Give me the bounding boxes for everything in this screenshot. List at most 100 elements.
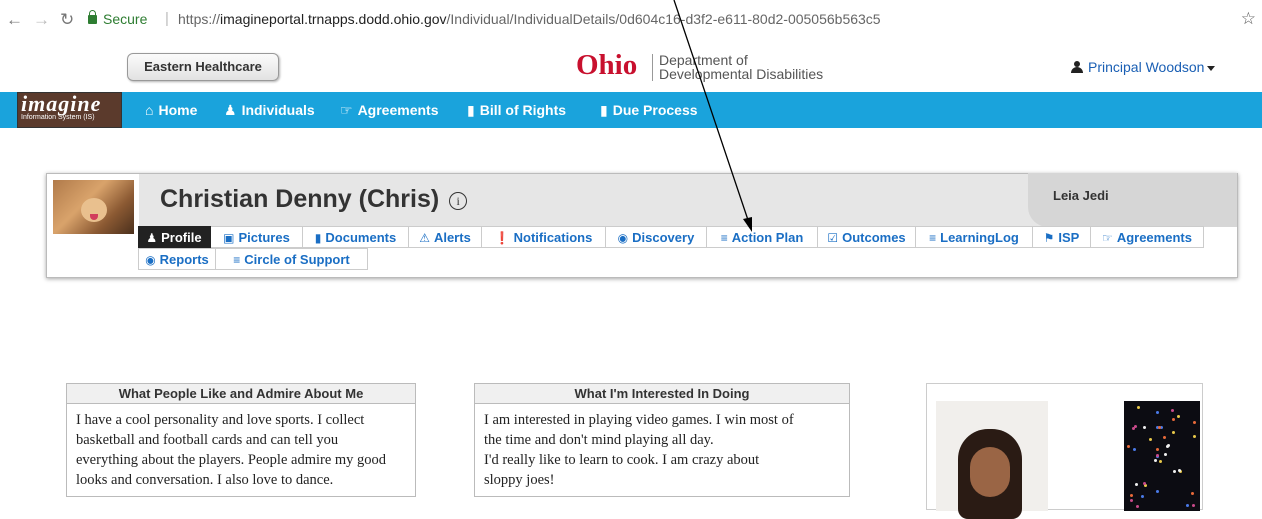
interests-line: sloppy joes! [484, 472, 555, 488]
star-dot [1173, 469, 1177, 473]
like-admire-body: I have a cool personality and love sport… [67, 404, 415, 496]
star-dot [1177, 468, 1181, 472]
star-dot [1127, 444, 1131, 448]
tab-agreements-label: Agreements [1116, 230, 1192, 245]
like-admire-line: basketball and football cards and can te… [76, 432, 339, 448]
ohio-logo: Ohio [576, 49, 638, 81]
star-dot [1171, 409, 1175, 413]
list-icon: ≡ [720, 231, 728, 245]
nav-due-process-label: Due Process [612, 102, 698, 118]
interests-line: I am interested in playing video games. … [484, 412, 794, 428]
star-dot [1136, 406, 1140, 410]
logo-subtitle: Information System (IS) [21, 114, 95, 121]
star-dot [1141, 494, 1145, 498]
tab-alerts-label: Alerts [433, 230, 471, 245]
nav-agreements[interactable]: ☞ Agreements [340, 92, 438, 128]
user-menu[interactable]: Principal Woodson [1071, 59, 1216, 75]
staff-name: Leia Jedi [1053, 188, 1109, 203]
like-admire-title: What People Like and Admire About Me [67, 384, 415, 404]
url-path: /Individual/IndividualDetails/0d604c16-d… [446, 11, 881, 27]
star-dot [1192, 435, 1196, 439]
star-dot [1159, 460, 1163, 464]
tab-action-plan[interactable]: ≡ Action Plan [707, 226, 818, 248]
nav-due-process[interactable]: ▮ Due Process [600, 92, 698, 128]
facility-button[interactable]: Eastern Healthcare [127, 53, 279, 81]
star-icon[interactable]: ☆ [1241, 9, 1256, 29]
exclamation-circle-icon: ❗ [494, 231, 510, 245]
tab-profile[interactable]: ♟ Profile [138, 226, 211, 248]
tab-reports[interactable]: ◉ Reports [138, 248, 216, 270]
star-dot [1143, 426, 1146, 430]
like-admire-line: everything about the players. People adm… [76, 452, 387, 468]
star-dot [1136, 505, 1140, 509]
like-admire-panel: What People Like and Admire About Me I h… [66, 383, 416, 497]
tab-circle-of-support[interactable]: ≡ Circle of Support [216, 248, 368, 270]
star-dot [1156, 447, 1160, 451]
tab-documents-label: Documents [325, 230, 397, 245]
gallery-photo-dark[interactable] [1124, 401, 1200, 511]
tab-action-plan-label: Action Plan [731, 230, 804, 245]
lock-icon [88, 10, 97, 24]
tab-discovery-label: Discovery [632, 230, 695, 245]
like-admire-line: looks and conversation. I also love to d… [76, 472, 334, 488]
info-icon[interactable]: i [449, 192, 468, 210]
forward-arrow-icon[interactable]: → [33, 10, 50, 30]
url-domain: imagineportal.trnapps.dodd.ohio.gov [220, 11, 447, 27]
tab-documents[interactable]: ▮ Documents [303, 226, 409, 248]
address-bar[interactable]: https://imagineportal.trnapps.dodd.ohio.… [178, 11, 881, 27]
star-dot [1129, 494, 1133, 498]
star-dot [1172, 417, 1176, 421]
nav-bill-of-rights[interactable]: ▮ Bill of Rights [467, 92, 566, 128]
nav-individuals[interactable]: ♟ Individuals [224, 92, 315, 128]
tab-pictures-label: Pictures [238, 230, 290, 245]
tab-notifications[interactable]: ❗ Notifications [482, 226, 606, 248]
tab-alerts[interactable]: ⚠ Alerts [409, 226, 482, 248]
star-dot [1185, 503, 1189, 507]
nav-individuals-label: Individuals [241, 102, 315, 118]
browser-bar: ← → ↻ Secure | https://imagineportal.trn… [0, 0, 1262, 40]
tab-learninglog[interactable]: ≡ LearningLog [916, 226, 1033, 248]
tab-outcomes-label: Outcomes [842, 230, 906, 245]
star-dot [1135, 482, 1139, 486]
portrait-face [970, 447, 1010, 497]
tab-isp[interactable]: ⚑ ISP [1033, 226, 1091, 248]
tab-isp-label: ISP [1058, 230, 1080, 245]
tab-discovery[interactable]: ◉ Discovery [606, 226, 707, 248]
interests-line: the time and don't mind playing all day. [484, 432, 714, 448]
tab-agreements[interactable]: ☞ Agreements [1091, 226, 1204, 248]
nav-home-label: Home [158, 102, 198, 118]
tab-outcomes[interactable]: ☑ Outcomes [818, 226, 916, 248]
star-dot [1155, 453, 1159, 457]
interests-body: I am interested in playing video games. … [475, 404, 849, 496]
star-dot [1154, 459, 1158, 463]
department-name: Department of Developmental Disabilities [659, 53, 823, 81]
star-dot [1157, 426, 1161, 430]
secure-indicator[interactable]: Secure [88, 10, 147, 27]
thumbs-up-icon: ☞ [1102, 231, 1113, 245]
tab-circle-of-support-label: Circle of Support [244, 252, 350, 267]
check-square-icon: ☑ [827, 231, 839, 245]
file-icon: ▮ [467, 102, 475, 118]
user-icon: ♟ [224, 102, 237, 118]
interests-line: I'd really like to learn to cook. I am c… [484, 452, 760, 468]
nav-home[interactable]: ⌂ Home [145, 92, 197, 128]
profile-photo[interactable] [53, 180, 134, 234]
back-arrow-icon[interactable]: ← [6, 10, 23, 30]
star-dot [1192, 421, 1196, 425]
star-dot [1177, 414, 1181, 418]
list-icon: ≡ [233, 253, 241, 267]
user-icon: ♟ [146, 231, 158, 245]
reload-icon[interactable]: ↻ [60, 10, 74, 30]
nav-agreements-label: Agreements [357, 102, 439, 118]
tab-pictures[interactable]: ▣ Pictures [211, 226, 303, 248]
profile-card: Christian Denny (Chris) i Leia Jedi ♟ Prof… [46, 173, 1238, 278]
caret-down-icon [1207, 65, 1216, 71]
star-dot [1190, 492, 1194, 496]
tab-reports-label: Reports [159, 252, 209, 267]
tab-profile-label: Profile [161, 230, 202, 245]
url-scheme: https:// [178, 11, 221, 27]
imagine-logo[interactable]: imagine Information System (IS) [17, 92, 122, 128]
gallery-photo-portrait[interactable] [936, 401, 1048, 519]
star-dot [1155, 489, 1159, 493]
interests-title: What I'm Interested In Doing [475, 384, 849, 404]
